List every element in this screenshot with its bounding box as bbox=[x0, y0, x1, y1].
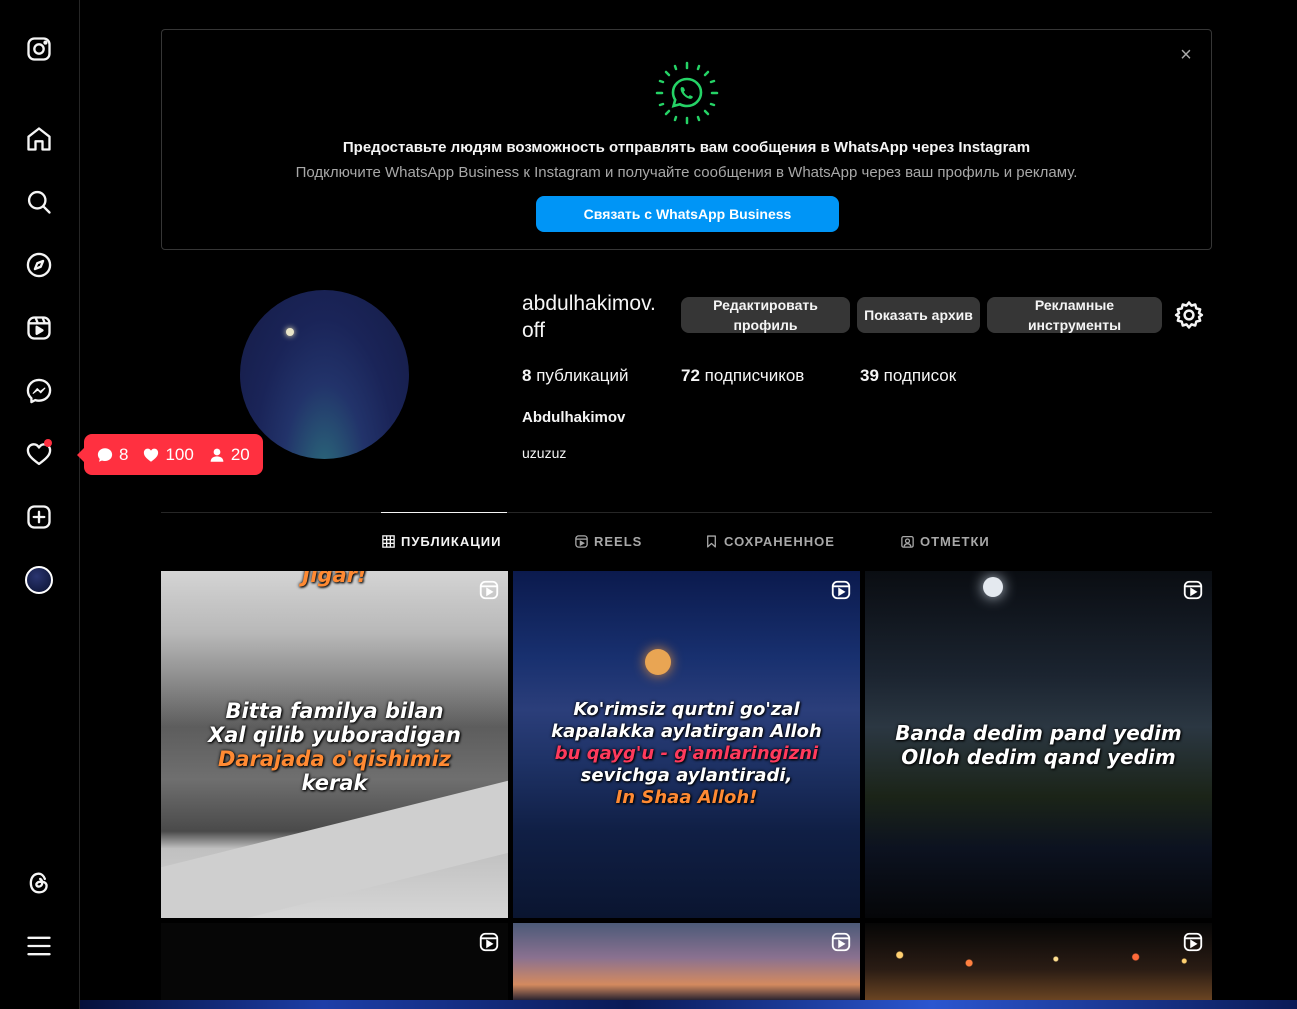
avatar-moon bbox=[286, 328, 294, 336]
sidebar-profile-avatar[interactable] bbox=[20, 561, 58, 599]
following-count: 39 bbox=[860, 366, 879, 385]
tab-reels[interactable]: REELS bbox=[575, 512, 642, 570]
settings-gear-icon[interactable] bbox=[1174, 300, 1204, 330]
activity-notification-tooltip[interactable]: 8 100 20 bbox=[77, 434, 263, 475]
profile-full-name: Abdulhakimov bbox=[522, 409, 626, 426]
reel-badge-icon bbox=[479, 932, 499, 952]
tagged-icon bbox=[901, 535, 914, 548]
avatar bbox=[25, 566, 53, 594]
edit-profile-button[interactable]: Редактировать профиль bbox=[681, 297, 850, 333]
tab-tagged[interactable]: ОТМЕТКИ bbox=[901, 512, 990, 570]
followers-label: подписчиков bbox=[704, 366, 805, 385]
notification-dot bbox=[44, 439, 52, 447]
whatsapp-icon bbox=[655, 61, 719, 125]
post-caption-line: Banda dedim pand yedim bbox=[895, 721, 1182, 745]
tab-saved[interactable]: СОХРАНЕННОЕ bbox=[705, 512, 835, 570]
explore-compass-icon[interactable] bbox=[20, 246, 58, 284]
comment-icon bbox=[97, 447, 113, 462]
reels-icon[interactable] bbox=[20, 309, 58, 347]
post-tile[interactable] bbox=[161, 923, 508, 1000]
heart-icon bbox=[144, 448, 159, 462]
likes-count: 100 bbox=[142, 444, 194, 465]
tab-posts-label: ПУБЛИКАЦИИ bbox=[401, 534, 502, 549]
banner-title: Предоставьте людям возможность отправлят… bbox=[342, 139, 1031, 156]
post-caption-line: kapalakka aylatirgan Alloh bbox=[551, 721, 822, 742]
post-tile[interactable]: Ko'rimsiz qurtni go'zal kapalakka aylati… bbox=[513, 571, 860, 918]
profile-username: abdulhakimov.off bbox=[522, 292, 656, 342]
post-caption: Ko'rimsiz qurtni go'zal kapalakka aylati… bbox=[513, 699, 860, 809]
tab-posts[interactable]: ПУБЛИКАЦИИ bbox=[381, 512, 507, 570]
messenger-icon[interactable] bbox=[20, 372, 58, 410]
tabs-divider bbox=[161, 512, 1212, 513]
reel-badge-icon bbox=[1183, 932, 1203, 952]
profile-bio: uzuzuz bbox=[522, 445, 567, 461]
post-caption-line: Darajada o'qishimiz bbox=[217, 747, 452, 771]
reel-badge-icon bbox=[831, 580, 851, 600]
reel-badge-icon bbox=[831, 932, 851, 952]
banner-subtitle: Подключите WhatsApp Business к Instagram… bbox=[295, 164, 1078, 181]
following-stat[interactable]: 39 подписок bbox=[860, 366, 956, 386]
comments-count-value: 8 bbox=[119, 444, 129, 464]
tab-reels-label: REELS bbox=[594, 533, 643, 549]
post-image-moon bbox=[983, 577, 1003, 597]
post-tile[interactable]: Jigar! Bitta familya bilan Xal qilib yub… bbox=[161, 571, 508, 918]
post-caption: Bitta familya bilan Xal qilib yuboradiga… bbox=[161, 699, 508, 795]
followers-count-value: 20 bbox=[230, 444, 250, 464]
followers-stat[interactable]: 72 подписчиков bbox=[681, 366, 804, 386]
close-icon[interactable]: × bbox=[1175, 44, 1197, 66]
post-tile[interactable]: Banda dedim pand yedim Olloh dedim qand … bbox=[865, 571, 1212, 918]
followers-count: 20 bbox=[208, 445, 250, 465]
posts-stat: 8 публикаций bbox=[522, 366, 628, 386]
tab-tagged-label: ОТМЕТКИ bbox=[920, 533, 990, 549]
whatsapp-banner: × Предоставьте людям возможность отправл… bbox=[161, 29, 1212, 250]
post-caption-line: Bitta familya bilan bbox=[225, 699, 444, 723]
post-image-moon bbox=[645, 649, 671, 675]
followers-count-total: 72 bbox=[681, 366, 700, 385]
post-caption-line: kerak bbox=[301, 771, 368, 795]
post-caption-line: Xal qilib yuboradigan bbox=[208, 723, 461, 747]
person-icon bbox=[210, 448, 224, 462]
ad-tools-button[interactable]: Рекламные инструменты bbox=[987, 297, 1162, 333]
instagram-logo-icon[interactable] bbox=[20, 30, 58, 68]
comments-count: 8 bbox=[96, 445, 128, 465]
posts-count: 8 bbox=[522, 366, 532, 385]
profile-avatar[interactable] bbox=[240, 290, 409, 459]
home-icon[interactable] bbox=[20, 120, 58, 158]
search-icon[interactable] bbox=[20, 183, 58, 221]
reel-badge-icon bbox=[1183, 580, 1203, 600]
following-label: подписок bbox=[883, 366, 957, 385]
post-caption-line: Ko'rimsiz qurtni go'zal bbox=[573, 699, 800, 720]
post-caption-line: sevichga aylantiradi, bbox=[580, 765, 793, 786]
post-caption-line: Olloh dedim qand yedim bbox=[901, 745, 1176, 769]
post-caption-line: Jigar! bbox=[302, 571, 367, 587]
posts-label: публикаций bbox=[536, 366, 629, 385]
create-plus-icon[interactable] bbox=[20, 498, 58, 536]
heart-notifications-icon[interactable] bbox=[20, 435, 58, 473]
reels-icon bbox=[575, 534, 588, 548]
post-caption-line: In Shaa Alloh! bbox=[615, 787, 758, 808]
reel-badge-icon bbox=[479, 580, 499, 600]
sidebar bbox=[0, 0, 80, 1009]
connect-whatsapp-button[interactable]: Связать с WhatsApp Business bbox=[536, 196, 839, 232]
post-tile[interactable] bbox=[513, 923, 860, 1000]
likes-count-value: 100 bbox=[165, 444, 194, 464]
post-caption-line: bu qayg'u - g'amlaringizni bbox=[554, 743, 819, 764]
show-archive-button[interactable]: Показать архив bbox=[857, 297, 980, 333]
post-image-city-lights bbox=[865, 943, 1212, 983]
desktop-wallpaper-strip bbox=[80, 1000, 1297, 1009]
post-caption: Banda dedim pand yedim Olloh dedim qand … bbox=[865, 721, 1212, 769]
post-tile[interactable] bbox=[865, 923, 1212, 1000]
menu-hamburger-icon[interactable] bbox=[20, 927, 58, 965]
bookmark-icon bbox=[707, 534, 716, 548]
grid-icon bbox=[382, 535, 395, 548]
tab-saved-label: СОХРАНЕННОЕ bbox=[724, 533, 835, 549]
threads-icon[interactable] bbox=[20, 864, 58, 902]
